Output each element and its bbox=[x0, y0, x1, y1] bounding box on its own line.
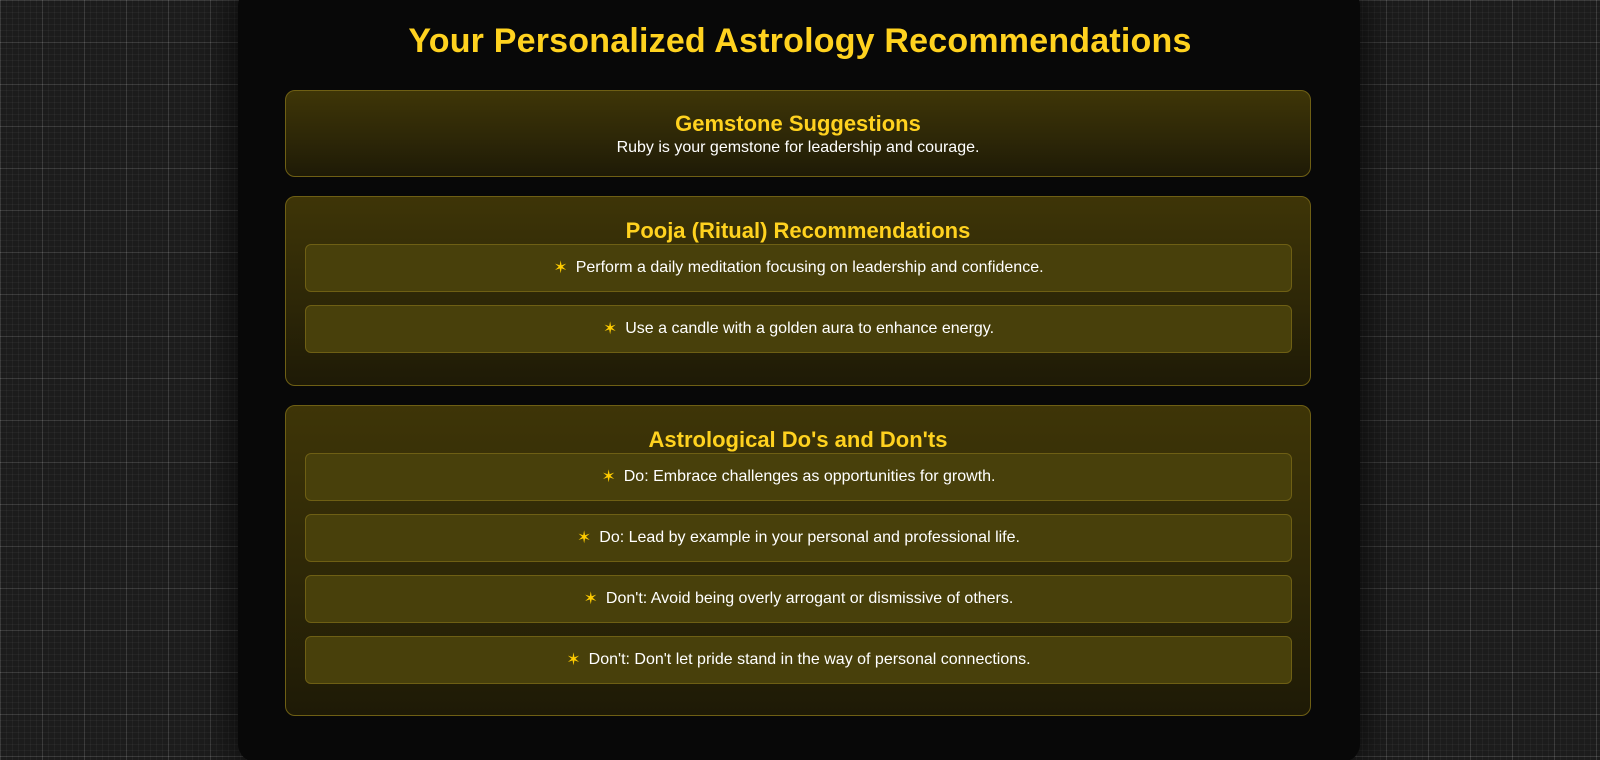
star-icon: ✶ bbox=[577, 528, 592, 547]
dos-donts-item-text: Don't: Don't let pride stand in the way … bbox=[588, 651, 1031, 668]
dos-donts-item-text: Do: Lead by example in your personal and… bbox=[599, 529, 1020, 546]
page-title: Your Personalized Astrology Recommendati… bbox=[408, 22, 1192, 60]
star-icon: ✶ bbox=[602, 319, 618, 338]
list-item: ✶ Use a candle with a golden aura to enh… bbox=[305, 305, 1292, 353]
dos-donts-title: Astrological Do's and Don'ts bbox=[648, 427, 948, 452]
list-item: ✶ Perform a daily meditation focusing on… bbox=[305, 244, 1292, 292]
list-item: ✶ Do: Lead by example in your personal a… bbox=[305, 514, 1292, 562]
star-icon: ✶ bbox=[553, 258, 568, 277]
gemstone-card: Gemstone Suggestions Ruby is your gemsto… bbox=[285, 90, 1311, 177]
list-item: ✶ Do: Embrace challenges as opportunitie… bbox=[305, 453, 1292, 501]
pooja-card: Pooja (Ritual) Recommendations ✶ Perform… bbox=[285, 196, 1311, 386]
gemstone-title: Gemstone Suggestions bbox=[675, 111, 921, 136]
star-icon: ✶ bbox=[566, 650, 581, 669]
pooja-item-text: Use a candle with a golden aura to enhan… bbox=[625, 320, 995, 337]
dos-donts-card: Astrological Do's and Don'ts ✶ Do: Embra… bbox=[285, 405, 1311, 716]
pooja-item-text: Perform a daily meditation focusing on l… bbox=[575, 259, 1044, 276]
star-icon: ✶ bbox=[583, 589, 598, 608]
pooja-title: Pooja (Ritual) Recommendations bbox=[625, 218, 971, 243]
dos-donts-item-text: Do: Embrace challenges as opportunities … bbox=[623, 468, 996, 485]
dos-donts-item-text: Don't: Avoid being overly arrogant or di… bbox=[605, 590, 1014, 607]
list-item: ✶ Don't: Avoid being overly arrogant or … bbox=[305, 575, 1292, 623]
list-item: ✶ Don't: Don't let pride stand in the wa… bbox=[305, 636, 1292, 684]
gemstone-text: Ruby is your gemstone for leadership and… bbox=[616, 139, 980, 156]
star-icon: ✶ bbox=[601, 467, 616, 486]
